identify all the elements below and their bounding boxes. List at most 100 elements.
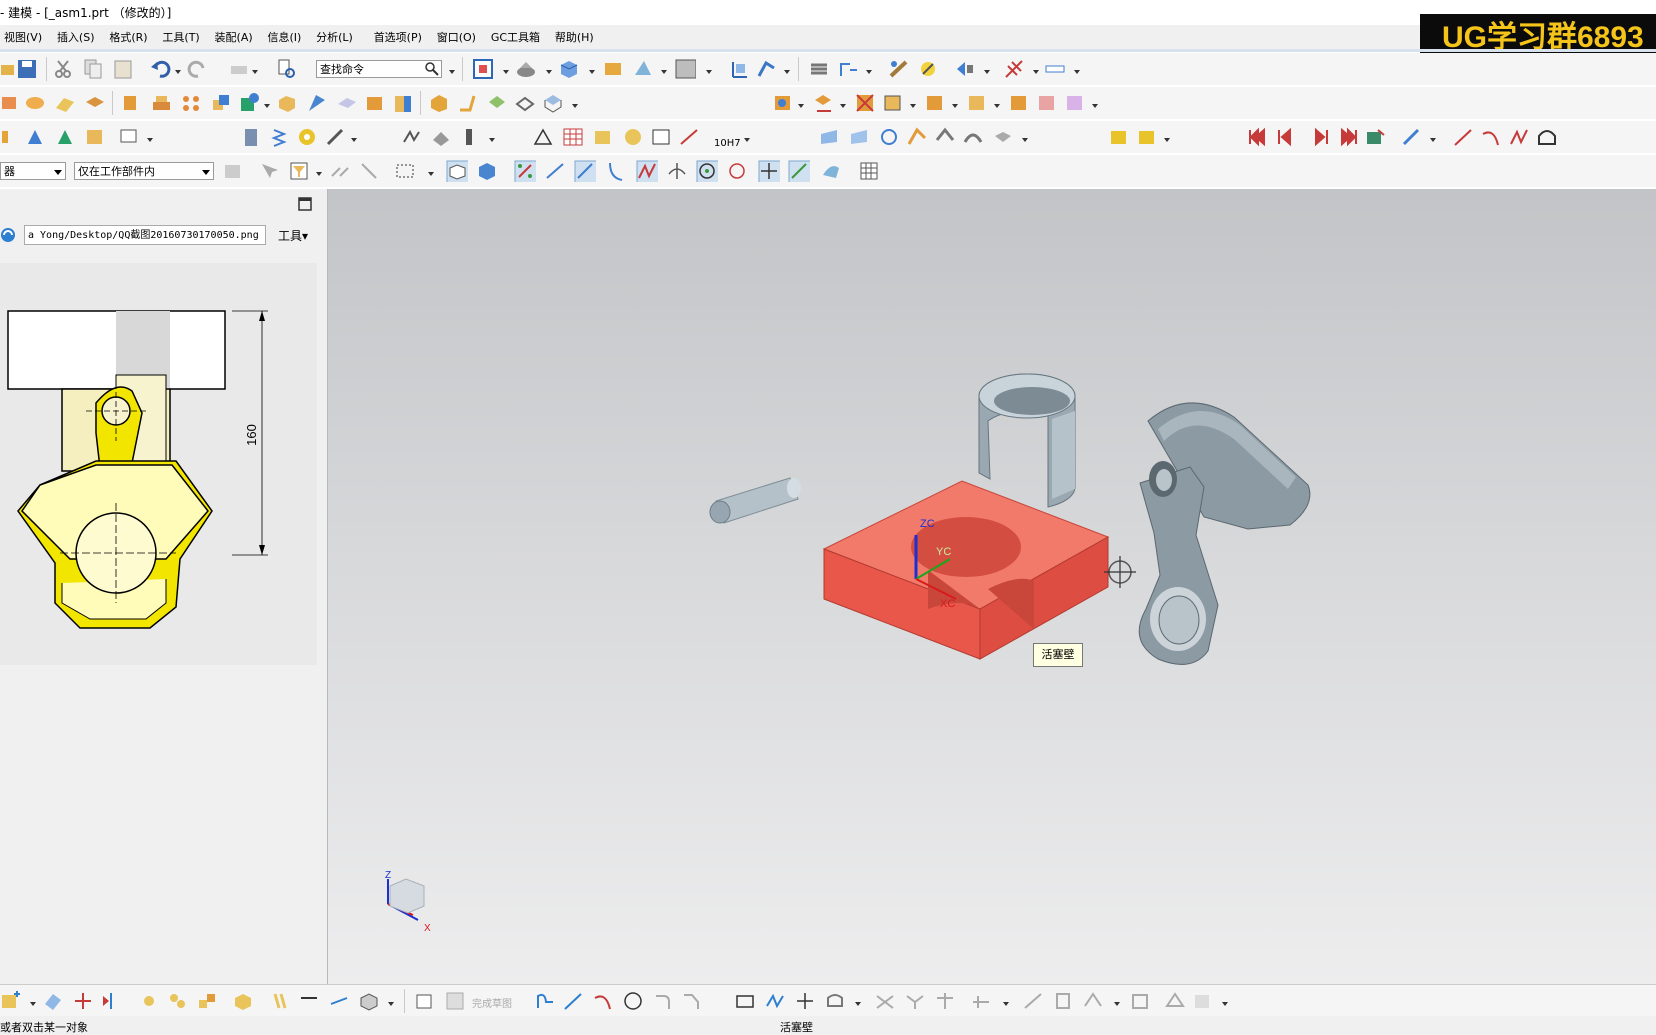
datum-csys-icon[interactable] [72,990,94,1012]
constraint-icon[interactable] [970,990,992,1012]
edge-blend-icon[interactable] [306,92,328,114]
line-icon[interactable] [1452,126,1474,148]
measure-distance-icon[interactable] [1003,58,1025,80]
menu-gc-toolbox[interactable]: GC工具箱 [487,25,547,45]
select-faces-icon[interactable] [446,160,468,182]
spring-icon[interactable] [268,126,290,148]
sketch-tools-icon[interactable] [1400,126,1422,148]
maximize-panel-icon[interactable] [298,197,312,211]
edit-object-display-icon[interactable] [888,58,910,80]
geometric-constraint-icon[interactable] [1082,990,1104,1012]
first-frame-icon[interactable] [1246,126,1268,148]
layer-settings-icon[interactable] [808,58,830,80]
show-dropdown[interactable] [984,70,990,74]
menu-info[interactable]: 信息(I) [263,25,308,45]
annotation-dropdown[interactable] [147,138,153,142]
n-sided-surface-icon[interactable] [934,126,956,148]
geometric-dropdown[interactable] [1114,1002,1120,1006]
move-object-icon[interactable] [756,58,778,80]
assembly-constraint-icon[interactable] [772,92,794,114]
record-icon[interactable] [1364,126,1386,148]
constraint-dropdown[interactable] [798,104,804,108]
mirror-dropdown[interactable] [910,104,916,108]
select-all-icon[interactable] [222,160,244,182]
thread-icon[interactable] [400,126,422,148]
show-only-icon[interactable] [954,58,976,80]
refresh-icon[interactable] [0,225,18,245]
menu-format[interactable]: 格式(R) [105,25,154,45]
snap-point-icon[interactable] [358,160,380,182]
studio-surface-icon[interactable] [906,126,928,148]
menu-view[interactable]: 视图(V) [0,25,49,45]
sketch-arc-icon[interactable] [592,990,614,1012]
thicken-icon[interactable] [514,92,536,114]
length-dropdown[interactable] [1074,70,1080,74]
undo-dropdown[interactable] [175,70,181,74]
sketch-in-task-icon[interactable] [414,990,436,1012]
sew-icon[interactable] [542,92,564,114]
drawing-sheet-icon[interactable] [650,126,672,148]
profile-icon[interactable] [1536,126,1558,148]
wcs-icon[interactable] [728,58,750,80]
sketch-circle-icon[interactable] [622,990,644,1012]
quick-trim-icon[interactable] [874,990,896,1012]
fillet-icon[interactable] [652,990,674,1012]
redo-icon[interactable] [186,58,208,80]
snap-quadrant-icon[interactable] [726,160,748,182]
sketch-line-icon[interactable] [562,990,584,1012]
section-dropdown[interactable] [661,70,667,74]
snap-midpoint-icon[interactable] [544,160,566,182]
combine-icon[interactable] [328,990,350,1012]
boolean-dropdown[interactable] [264,104,270,108]
revolve-icon[interactable] [24,92,46,114]
spring-tool-icon[interactable] [324,126,346,148]
body-icon[interactable] [358,990,380,1012]
constraint-tool-dropdown[interactable] [1003,1002,1009,1006]
menu-assembly[interactable]: 装配(A) [211,25,260,45]
tolerance-label[interactable]: 10H7 [714,138,741,149]
filter-icon[interactable] [288,160,310,182]
shell-icon[interactable] [364,92,386,114]
piston-pin[interactable] [709,477,801,524]
show-constraints-icon[interactable] [1130,990,1152,1012]
add-component-icon[interactable] [812,92,834,114]
layer-dropdown[interactable] [866,70,872,74]
rapid-dimension-icon[interactable] [1052,990,1074,1012]
pull-face-icon[interactable] [24,126,46,148]
gear-icon[interactable] [296,126,318,148]
snap-tangent-icon[interactable] [666,160,688,182]
cylinder-icon[interactable] [240,126,262,148]
part-navigator-icon[interactable] [232,990,254,1012]
move-face-icon[interactable] [0,126,22,148]
select-bodies-icon[interactable] [476,160,498,182]
fit-dropdown[interactable] [503,70,509,74]
bridge-surface-icon[interactable] [962,126,984,148]
assembly-tools-dropdown[interactable] [1164,138,1170,142]
delete-face-icon[interactable] [84,126,106,148]
block-icon[interactable] [276,92,298,114]
repeat-command-icon[interactable] [228,58,250,80]
move-component-icon[interactable] [966,92,988,114]
assembly-tools-icon[interactable] [1136,126,1158,148]
find-dropdown[interactable] [449,70,455,74]
orient-dropdown[interactable] [546,70,552,74]
link-icon[interactable] [268,990,290,1012]
color-palette-icon[interactable] [674,58,696,80]
bolt-icon[interactable] [460,126,482,148]
relations-browser-icon[interactable] [1164,990,1186,1012]
selection-scope-combo[interactable]: 仅在工作部件内 [74,162,214,180]
menu-tools[interactable]: 工具(T) [158,25,206,45]
trim-body-icon[interactable] [392,92,414,114]
menu-preferences[interactable]: 首选项(P) [370,25,429,45]
extrude-icon[interactable] [0,92,22,114]
pattern-dropdown[interactable] [952,104,958,108]
snap-existing-point-icon[interactable] [758,160,780,182]
last-frame-icon[interactable] [1338,126,1360,148]
component-pattern-icon[interactable] [924,92,946,114]
assembly-seq-icon[interactable] [1108,126,1130,148]
menu-help[interactable]: 帮助(H) [551,25,601,45]
block-part[interactable] [822,480,1110,660]
measure-dropdown[interactable] [1033,70,1039,74]
subtract-icon[interactable] [238,92,260,114]
snap-intersection-icon[interactable] [604,160,626,182]
